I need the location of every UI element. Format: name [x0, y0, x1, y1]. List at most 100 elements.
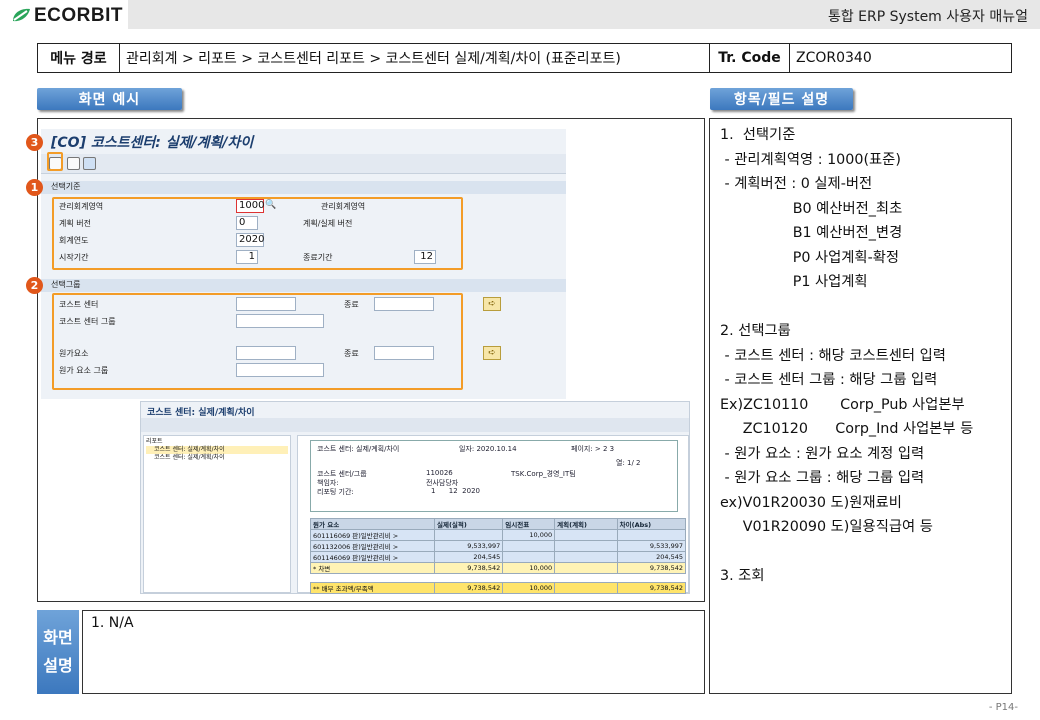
- table-cell: 601146069 판)일반관리비 >: [310, 551, 435, 563]
- col-header: 원가 요소: [310, 518, 435, 530]
- variant-icon[interactable]: [67, 157, 80, 170]
- table-cell: [554, 540, 618, 552]
- table-cell: 10,000: [502, 529, 556, 541]
- table-row[interactable]: 601132006 판)일반관리비 >9,533,997 9,533,997: [310, 540, 687, 552]
- logo-mark-icon: [13, 8, 30, 22]
- field-line: B1 예산버전_변경: [720, 225, 903, 241]
- field-line: ex)V01R20030 도)원재료비: [720, 494, 902, 511]
- menu-path-table: 메뉴 경로 관리회계 > 리포트 > 코스트센터 리포트 > 코스트센터 실제/…: [37, 43, 1012, 73]
- field-line: - 코스트 센터 그룹 : 해당 그룹 입력: [720, 372, 938, 388]
- screen-desc-box: 1. N/A: [82, 610, 705, 694]
- report-period-label: 리포팅 기간:: [317, 488, 354, 496]
- badge-2: 2: [26, 277, 43, 294]
- field-line: - 원가 요소 그룹 : 해당 그룹 입력: [720, 470, 925, 486]
- page-number: - P14-: [988, 702, 1018, 713]
- group-head-criteria: 선택기준: [41, 181, 566, 194]
- tree-item[interactable]: 코스트 센터: 실제/계획/차이: [146, 446, 288, 454]
- tr-code-value: ZCOR0340: [796, 50, 872, 66]
- sap-report-screen: 코스트 센터: 실제/계획/차이 리포트 코스트 센터: 실제/계획/차이 코스…: [140, 401, 690, 594]
- report-cc-name: TSK.Corp_경영_IT팀: [511, 470, 576, 478]
- report-header: 코스트 센터: 실제/계획/차이 일자: 2020.10.14 페이지: > 2…: [310, 440, 678, 512]
- table-row[interactable]: 601146069 판)일반관리비 >204,545 204,545: [310, 551, 687, 563]
- field-description-tab: 항목/필드 설명: [710, 88, 853, 110]
- badge-1: 1: [26, 179, 43, 196]
- table-cell: 10,000: [502, 582, 556, 594]
- sap-screen-title: [CO] 코스트센터: 실제/계획/차이: [51, 135, 254, 151]
- field-line: [720, 540, 1011, 565]
- menu-path-value: 관리회계 > 리포트 > 코스트센터 리포트 > 코스트센터 실제/계획/차이 …: [120, 44, 710, 72]
- field-line: - 관리계획역영 : 1000(표준): [720, 151, 901, 168]
- report-body: 코스트 센터: 실제/계획/차이 일자: 2020.10.14 페이지: > 2…: [297, 435, 689, 594]
- field-line: 2. 선택그룹: [720, 323, 791, 339]
- report-window-title: 코스트 센터: 실제/계획/차이: [147, 408, 255, 418]
- top-bar: ECORBIT 통합 ERP System 사용자 매뉴얼: [0, 0, 1040, 29]
- execute-highlight: [47, 152, 63, 171]
- menu-path-label: 메뉴 경로: [38, 44, 120, 72]
- table-cell: 9,738,542: [616, 582, 687, 594]
- field-line: - 원가 요소 : 원가 요소 계정 입력: [720, 445, 925, 462]
- ecorbit-logo: ECORBIT: [10, 5, 123, 27]
- screenshot-frame: [CO] 코스트센터: 실제/계획/차이 선택기준 관리회계영역 1000 🔍 …: [26, 118, 705, 602]
- table-row[interactable]: ** 배부 초과액/부족액 9,738,542 10,000 9,738,542: [310, 582, 687, 594]
- report-cc-value: 110026: [426, 469, 453, 477]
- table-cell: [554, 562, 618, 574]
- logo-text: ECORBIT: [34, 5, 123, 26]
- table-cell: [502, 551, 556, 563]
- report-date: 일자: 2020.10.14: [459, 445, 517, 453]
- table-cell: [554, 582, 618, 594]
- document-title: 통합 ERP System 사용자 매뉴얼: [827, 9, 1028, 25]
- cc-multi-button[interactable]: ➪: [483, 297, 501, 311]
- table-cell: 9,533,997: [433, 540, 504, 552]
- field-description-box: 1. 선택기준 - 관리계획역영 : 1000(표준) - 계획버전 : 0 실…: [709, 118, 1012, 694]
- report-period-value: 1 12 2020: [431, 487, 480, 495]
- field-line: 3. 조회: [720, 568, 765, 584]
- ce-multi-button[interactable]: ➪: [483, 346, 501, 360]
- badge-3: 3: [26, 134, 43, 151]
- table-cell: 9,533,997: [616, 540, 687, 552]
- tree-item[interactable]: 코스트 센터: 실제/계획/차이: [146, 454, 288, 462]
- table-cell: [616, 529, 687, 541]
- field-line: - 코스트 센터 : 해당 코스트센터 입력: [720, 347, 946, 364]
- table-header-row: 원가 요소 실제(실적) 임시전표 계획(계획) 차이(Abs): [310, 518, 687, 530]
- table-cell: 204,545: [616, 551, 687, 563]
- table-cell: [433, 529, 504, 541]
- report-page: 페이지: > 2 3: [571, 445, 615, 453]
- field-line: Ex)ZC10110 Corp_Pub 사업본부: [720, 396, 965, 413]
- info-icon[interactable]: [83, 157, 96, 170]
- field-line: - 계획버전 : 0 실제-버전: [720, 176, 873, 192]
- table-row[interactable]: 601116069 판)일반관리비 > 10,000: [310, 529, 687, 541]
- table-cell: ** 배부 초과액/부족액: [310, 582, 435, 594]
- table-cell: 601132006 판)일반관리비 >: [310, 540, 435, 552]
- col-header: 차이(Abs): [616, 518, 687, 530]
- col-header: 계획(계획): [554, 518, 618, 530]
- screen-example-tab: 화면 예시: [37, 88, 182, 110]
- report-table: 원가 요소 실제(실적) 임시전표 계획(계획) 차이(Abs) 6011160…: [310, 518, 687, 594]
- report-tree: 리포트 코스트 센터: 실제/계획/차이 코스트 센터: 실제/계획/차이: [143, 435, 291, 593]
- table-cell: 9,738,542: [433, 562, 504, 574]
- table-cell: 204,545: [433, 551, 504, 563]
- group-head-selection: 선택그룹: [41, 279, 566, 292]
- field-line: [720, 295, 1011, 320]
- report-column: 열: 1/ 2: [616, 459, 641, 467]
- table-cell: [554, 551, 618, 563]
- table-cell: [502, 540, 556, 552]
- col-header: 실제(실적): [433, 518, 504, 530]
- table-cell: [554, 529, 618, 541]
- table-cell: 9,738,542: [433, 582, 504, 594]
- table-cell: * 차변: [310, 562, 435, 574]
- report-title: 코스트 센터: 실제/계획/차이: [317, 445, 400, 453]
- tree-root: 리포트: [146, 438, 163, 445]
- field-line: V01R20090 도)일용직급여 등: [720, 519, 933, 535]
- field-line: 1. 선택기준: [720, 127, 796, 143]
- field-line: B0 예산버전_최초: [720, 200, 903, 217]
- table-row[interactable]: * 차변 9,738,542 10,000 9,738,542: [310, 562, 687, 574]
- sap-toolbar: [41, 154, 566, 174]
- table-cell: 601116069 판)일반관리비 >: [310, 529, 435, 541]
- col-header: 임시전표: [502, 518, 556, 530]
- field-line: P1 사업계획: [720, 274, 868, 290]
- field-line: P0 사업계획-확정: [720, 249, 900, 266]
- table-cell: 9,738,542: [616, 562, 687, 574]
- criteria-highlight: [52, 197, 463, 270]
- sap-selection-screen: [CO] 코스트센터: 실제/계획/차이 선택기준 관리회계영역 1000 🔍 …: [41, 129, 566, 399]
- screen-desc-label: 화면 설명: [37, 610, 79, 694]
